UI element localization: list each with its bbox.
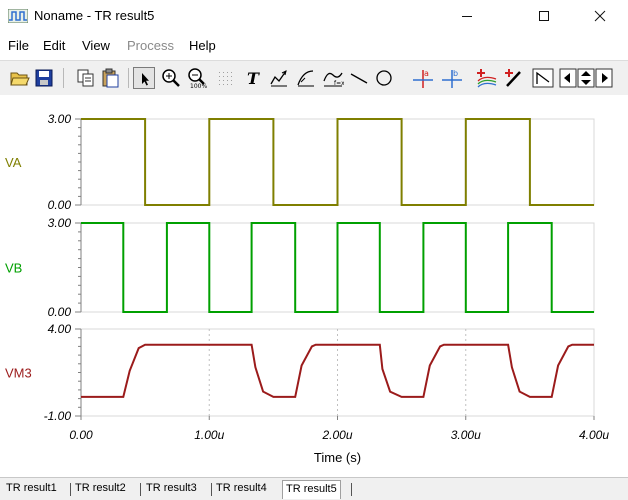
line-annotation-button[interactable] [268, 67, 290, 89]
series-label-vm3: VM3 [5, 366, 32, 381]
curve-annotation-button[interactable] [295, 67, 317, 89]
draw-line-button[interactable] [348, 67, 370, 89]
y-tick-label-bottom: 0.00 [48, 305, 72, 319]
minimize-button[interactable] [444, 0, 490, 32]
tab-tr-result2[interactable]: TR result2 [75, 482, 126, 494]
window-title: Noname - TR result5 [34, 8, 155, 23]
close-icon [594, 10, 606, 22]
text-tool-icon: T [247, 69, 260, 88]
transient-result-chart[interactable]: 3.00 0.00 VA 3.00 0.00 VB 4.00 -1.00 VM3 0.00 1.00… [0, 95, 628, 475]
tab-tr-result1[interactable]: TR result1 [6, 482, 57, 494]
x-tick-label: 4.00u [579, 428, 609, 442]
menu-help[interactable]: Help [189, 38, 216, 53]
waveform-plot-area: 3.00 0.00 VA 3.00 0.00 VB 4.00 -1.00 VM3 0.00 1.00… [0, 95, 628, 475]
svg-text:a: a [424, 69, 429, 78]
toolbar: 100% T f=x a b [0, 60, 628, 96]
zoom-in-button[interactable] [160, 67, 182, 89]
step-shape-icon [532, 68, 554, 88]
save-button[interactable] [33, 67, 55, 89]
cursor-b-button[interactable]: b [441, 67, 463, 89]
arrow-left-icon [559, 68, 577, 88]
text-tool-glyph: T [247, 69, 260, 88]
result-tab-strip: TR result1 TR result2 TR result3 TR resu… [0, 477, 628, 500]
arrow-updown-icon [577, 68, 595, 88]
arrow-pointer-icon [142, 73, 149, 86]
paste-clipboard-icon [102, 68, 119, 88]
menu-edit[interactable]: Edit [43, 38, 65, 53]
open-button[interactable] [9, 67, 31, 89]
copy-button[interactable] [75, 67, 97, 89]
step-shape-button[interactable] [532, 67, 554, 89]
tab-tr-result5[interactable]: TR result5 [282, 480, 341, 499]
title-bar: Noname - TR result5 [0, 0, 628, 32]
text-tool-button[interactable]: T [243, 67, 265, 89]
cursor-b-icon: b [442, 69, 462, 88]
select-pointer-button[interactable] [133, 67, 155, 89]
add-curve-button[interactable] [476, 67, 498, 89]
minimize-icon [462, 16, 472, 17]
menu-view[interactable]: View [82, 38, 110, 53]
tab-tr-result4[interactable]: TR result4 [216, 482, 267, 494]
app-waveform-icon [8, 9, 28, 23]
dotted-grid-icon [219, 72, 232, 85]
probe-button[interactable] [503, 67, 525, 89]
x-tick-label: 2.00u [321, 428, 352, 442]
close-button[interactable] [577, 0, 623, 32]
svg-text:b: b [453, 69, 458, 78]
diagonal-line-icon [350, 73, 368, 84]
open-folder-icon [10, 72, 30, 86]
waveform-vb[interactable] [81, 222, 594, 313]
series-label-vb: VB [5, 261, 22, 276]
line-annotation-icon [270, 70, 287, 87]
scroll-left-button[interactable] [559, 67, 577, 89]
scroll-right-button[interactable] [595, 67, 613, 89]
probe-pen-icon [505, 69, 521, 87]
menu-file[interactable]: File [8, 38, 29, 53]
y-tick-label-top: 3.00 [48, 112, 72, 126]
x-axis-label: Time (s) [314, 450, 361, 465]
svg-text:100%: 100% [190, 83, 207, 89]
zoom-100-icon: 100% [188, 68, 207, 89]
tab-tr-result3[interactable]: TR result3 [146, 482, 197, 494]
x-tick-label: 1.00u [194, 428, 224, 442]
arrow-right-icon [595, 68, 613, 88]
maximize-button[interactable] [521, 0, 567, 32]
zoom-100-button[interactable]: 100% [186, 67, 208, 89]
series-label-va: VA [5, 155, 22, 170]
x-tick-label: 3.00u [451, 428, 481, 442]
grid-button[interactable] [215, 67, 237, 89]
menu-bar: File Edit View Process Help [0, 32, 628, 58]
cursor-a-icon: a [413, 69, 433, 88]
waveform-va[interactable] [81, 118, 594, 206]
menu-process[interactable]: Process [127, 38, 174, 53]
circle-icon [376, 70, 392, 86]
formula-curve-icon: f=x [323, 72, 344, 87]
y-tick-label-bottom: -1.00 [44, 409, 72, 423]
svg-text:f=x: f=x [334, 80, 344, 87]
plot-frame-2 [80, 328, 595, 417]
paste-button[interactable] [100, 67, 122, 89]
zoom-in-icon [162, 69, 180, 87]
copy-icon [77, 69, 94, 87]
save-disk-icon [35, 69, 53, 87]
maximize-icon [539, 11, 549, 21]
formula-annotation-button[interactable]: f=x [322, 67, 344, 89]
draw-circle-button[interactable] [373, 67, 395, 89]
scroll-updown-button[interactable] [577, 67, 595, 89]
add-curve-icon [477, 69, 497, 88]
cursor-a-button[interactable]: a [412, 67, 434, 89]
y-tick-label-bottom: 0.00 [48, 198, 72, 212]
x-tick-label: 0.00 [69, 428, 93, 442]
y-tick-label-top: 4.00 [48, 322, 72, 336]
curve-annotation-icon [297, 70, 314, 87]
y-tick-label-top: 3.00 [48, 216, 72, 230]
